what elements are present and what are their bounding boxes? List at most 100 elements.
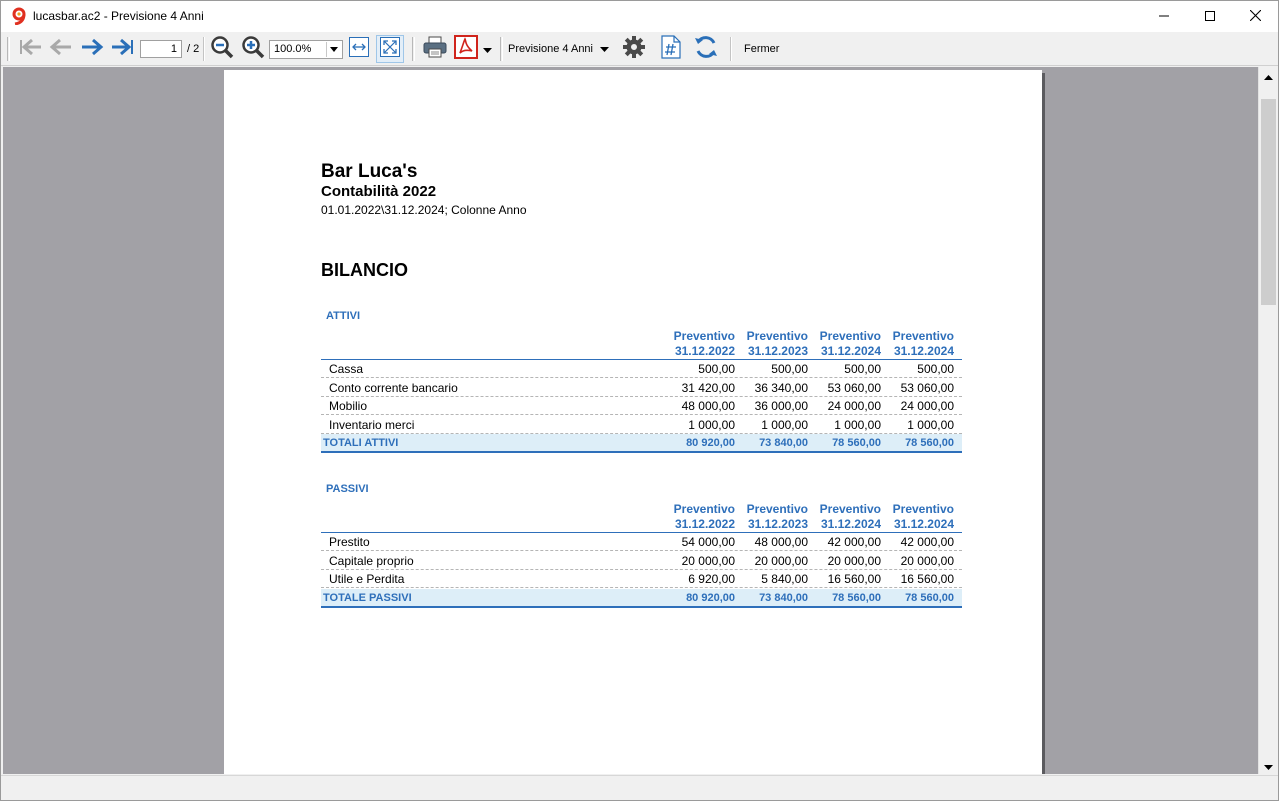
column-header-line2: 31.12.2023: [747, 517, 808, 531]
fit-width-button[interactable]: [346, 35, 372, 63]
row-value: 42 000,00: [827, 535, 881, 549]
row-description: Conto corrente bancario: [329, 381, 458, 395]
total-value: 78 560,00: [832, 437, 881, 449]
column-header-line2: 31.12.2024: [820, 344, 881, 358]
minimize-button[interactable]: [1141, 1, 1187, 32]
title-bar: lucasbar.ac2 - Previsione 4 Anni: [1, 1, 1278, 32]
export-pdf-button[interactable]: [452, 34, 480, 63]
print-button[interactable]: [420, 35, 450, 63]
refresh-icon: [693, 34, 719, 65]
column-header: Preventivo 31.12.2024: [811, 329, 881, 359]
zoom-in-button[interactable]: [239, 35, 267, 63]
zoom-level-select[interactable]: 100.0%: [269, 40, 343, 59]
next-page-button[interactable]: [78, 35, 106, 63]
column-header-line2: 31.12.2023: [747, 344, 808, 358]
row-value: 16 560,00: [900, 572, 954, 586]
toolbar-separator: [203, 37, 205, 61]
export-dropdown-button[interactable]: [480, 35, 494, 63]
maximize-icon: [1205, 8, 1215, 26]
page-number-input[interactable]: 1: [140, 40, 182, 58]
zoom-out-button[interactable]: [208, 35, 236, 63]
column-header: Preventivo 31.12.2022: [665, 502, 735, 532]
status-bar: [1, 775, 1278, 800]
caret-down-icon: [482, 40, 492, 58]
maximize-button[interactable]: [1187, 1, 1233, 32]
section-label: PASSIVI: [326, 483, 369, 495]
column-header: Preventivo 31.12.2024: [884, 502, 954, 532]
column-header: Preventivo 31.12.2022: [665, 329, 735, 359]
vertical-scrollbar[interactable]: [1258, 67, 1277, 774]
row-value: 48 000,00: [754, 535, 808, 549]
column-header-line1: Preventivo: [819, 502, 881, 516]
total-description: TOTALI ATTIVI: [323, 437, 399, 449]
preview-viewport[interactable]: Bar Luca's Contabilità 2022 01.01.2022\3…: [3, 67, 1258, 774]
row-value: 16 560,00: [827, 572, 881, 586]
company-name: Bar Luca's: [321, 161, 418, 182]
toolbar-grip[interactable]: [7, 37, 10, 61]
table-row: Prestito 54 000,00 48 000,00 42 000,00 4…: [321, 533, 962, 551]
scroll-down-icon: [1263, 757, 1273, 775]
column-header-line1: Preventivo: [819, 329, 881, 343]
arrow-right-icon: [80, 37, 104, 62]
minimize-icon: [1159, 8, 1169, 26]
row-value: 500,00: [771, 362, 808, 376]
first-page-icon: [19, 37, 43, 62]
refresh-button[interactable]: [691, 35, 721, 63]
zoom-level-value: 100.0%: [274, 43, 312, 55]
last-page-button[interactable]: [108, 35, 136, 63]
column-header-line1: Preventivo: [746, 329, 808, 343]
page-numbering-button[interactable]: [657, 34, 685, 64]
column-header: Preventivo 31.12.2024: [811, 502, 881, 532]
report-style-value: Previsione 4 Anni: [508, 43, 593, 55]
report-title: BILANCIO: [321, 260, 408, 280]
scrollbar-thumb[interactable]: [1261, 99, 1276, 305]
close-window-button[interactable]: [1232, 1, 1278, 32]
total-value: 78 560,00: [832, 592, 881, 604]
toolbar-grip[interactable]: [500, 37, 503, 61]
page-total-label: / 2: [187, 43, 200, 55]
column-header: Preventivo 31.12.2023: [738, 502, 808, 532]
table-row: Cassa 500,00 500,00 500,00 500,00: [321, 360, 962, 378]
row-value: 53 060,00: [900, 381, 954, 395]
window-title: lucasbar.ac2 - Previsione 4 Anni: [33, 9, 204, 23]
total-description: TOTALE PASSIVI: [323, 592, 412, 604]
row-description: Capitale proprio: [329, 554, 414, 568]
column-header-line1: Preventivo: [673, 329, 735, 343]
table-row: Conto corrente bancario 31 420,00 36 340…: [321, 379, 962, 397]
report-style-select[interactable]: Previsione 4 Anni: [508, 37, 609, 61]
row-value: 500,00: [844, 362, 881, 376]
row-value: 20 000,00: [900, 554, 954, 568]
total-value: 80 920,00: [686, 592, 735, 604]
fit-width-icon: [349, 36, 369, 62]
row-value: 54 000,00: [681, 535, 735, 549]
last-page-icon: [110, 37, 134, 62]
first-page-button[interactable]: [17, 35, 45, 63]
column-header-line2: 31.12.2022: [674, 517, 735, 531]
toolbar-grip[interactable]: [412, 37, 415, 61]
arrow-left-icon: [49, 37, 73, 62]
fit-page-button[interactable]: [376, 35, 404, 63]
row-value: 42 000,00: [900, 535, 954, 549]
printer-icon: [422, 35, 448, 64]
previous-page-button[interactable]: [47, 35, 75, 63]
column-header-line2: 31.12.2022: [674, 344, 735, 358]
zoom-out-icon: [210, 35, 234, 64]
scroll-down-button[interactable]: [1259, 757, 1277, 774]
total-value: 73 840,00: [759, 437, 808, 449]
table-row: Inventario merci 1 000,00 1 000,00 1 000…: [321, 416, 962, 434]
settings-button[interactable]: [620, 35, 648, 63]
column-header-line2: 31.12.2024: [893, 517, 954, 531]
row-value: 1 000,00: [688, 418, 735, 432]
close-preview-button[interactable]: Fermer: [739, 37, 784, 61]
caret-down-icon: [600, 43, 609, 55]
row-value: 1 000,00: [907, 418, 954, 432]
zoom-in-icon: [241, 35, 265, 64]
hash-page-icon: [661, 34, 681, 64]
total-value: 73 840,00: [759, 592, 808, 604]
report-subtitle: Contabilità 2022: [321, 183, 437, 200]
row-description: Inventario merci: [329, 418, 415, 432]
column-header-line2: 31.12.2024: [893, 344, 954, 358]
total-row: TOTALE PASSIVI 80 920,00 73 840,00 78 56…: [321, 589, 962, 608]
scroll-up-button[interactable]: [1259, 67, 1277, 84]
total-value: 78 560,00: [905, 437, 954, 449]
